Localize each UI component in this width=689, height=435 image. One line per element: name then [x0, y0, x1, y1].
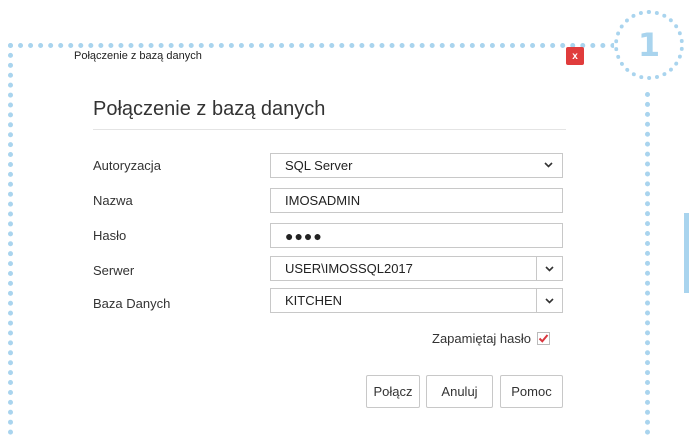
- help-button[interactable]: Pomoc: [500, 375, 563, 408]
- callout-frame-left: [8, 43, 13, 435]
- database-label: Baza Danych: [93, 296, 171, 311]
- side-accent-bar: [684, 213, 689, 293]
- auth-label: Autoryzacja: [93, 158, 161, 173]
- server-label: Serwer: [93, 263, 135, 278]
- auth-value: SQL Server: [285, 158, 353, 173]
- password-input[interactable]: ●●●●: [270, 223, 563, 248]
- window-title: Połączenie z bazą danych: [74, 50, 202, 62]
- remember-password-checkbox[interactable]: [537, 332, 550, 345]
- database-combobox[interactable]: KITCHEN: [270, 288, 563, 313]
- name-label: Nazwa: [93, 193, 133, 208]
- server-dropdown-button[interactable]: [536, 257, 562, 280]
- heading-divider: [93, 129, 566, 130]
- chevron-down-icon: [545, 265, 554, 272]
- chevron-down-icon: [545, 297, 554, 304]
- callout-frame-top: [8, 43, 616, 48]
- remember-password[interactable]: Zapamiętaj hasło: [432, 331, 550, 346]
- connect-button[interactable]: Połącz: [366, 375, 420, 408]
- server-value: USER\IMOSSQL2017: [285, 261, 413, 276]
- name-value: IMOSADMIN: [285, 193, 361, 208]
- database-value: KITCHEN: [285, 293, 343, 308]
- auth-select[interactable]: SQL Server: [270, 153, 563, 178]
- callout-frame-right: [645, 92, 650, 435]
- dialog-heading: Połączenie z bazą danych: [93, 98, 326, 120]
- database-dropdown-button[interactable]: [536, 289, 562, 312]
- remember-password-label: Zapamiętaj hasło: [432, 331, 531, 346]
- close-button[interactable]: x: [566, 47, 584, 65]
- cancel-button[interactable]: Anuluj: [426, 375, 493, 408]
- chevron-down-icon: [543, 159, 554, 174]
- password-label: Hasło: [93, 228, 127, 243]
- password-value: ●●●●: [285, 227, 323, 244]
- callout-number: 1: [637, 26, 661, 64]
- callout-badge: 1: [614, 10, 684, 80]
- name-input[interactable]: IMOSADMIN: [270, 188, 563, 213]
- checkmark-icon: [538, 334, 549, 343]
- server-combobox[interactable]: USER\IMOSSQL2017: [270, 256, 563, 281]
